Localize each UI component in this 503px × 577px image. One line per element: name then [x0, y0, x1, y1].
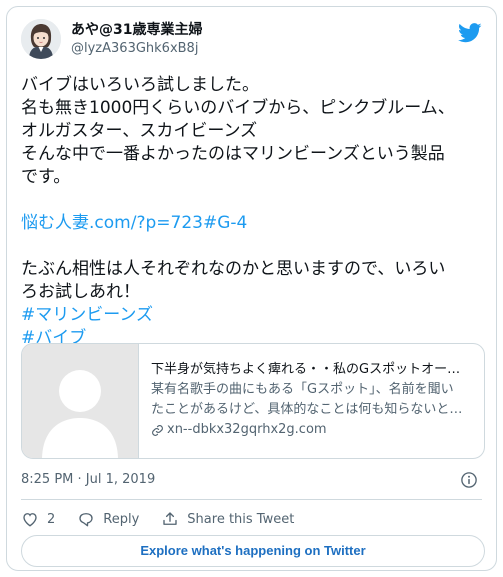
link-domain: xn--dbkx32gqrhx2g.com [151, 421, 473, 439]
avatar[interactable] [21, 19, 61, 59]
link-body: 下半身が気持ちよく痺れる・・私のGスポットオー… 某有名歌手の曲にもある「Gスポ… [151, 361, 473, 439]
share-icon [163, 512, 177, 525]
link-domain-text: xn--dbkx32gqrhx2g.com [167, 422, 327, 437]
placeholder-person-icon [22, 344, 138, 458]
tweet-line: です。 [21, 167, 71, 187]
link-icon [152, 424, 163, 436]
link-thumbnail [22, 344, 139, 458]
tweet-line: ろお試しあれ！ [21, 282, 140, 302]
reply-label: Reply [103, 511, 140, 527]
tweet-line: 名も無き1000円くらいのバイブから、ピンクブルーム、 [21, 98, 455, 118]
tweet-line: そんな中で一番よかったのはマリンビーンズという製品 [21, 144, 445, 164]
hashtag-link[interactable]: #マリンビーンズ [21, 304, 486, 327]
author-handle[interactable]: @lyzA363Ghk6xB8j [71, 40, 202, 58]
tweet-link[interactable]: 悩む人妻.com/?p=723#G-4 [21, 212, 486, 235]
link-preview-card[interactable]: 下半身が気持ちよく痺れる・・私のGスポットオー… 某有名歌手の曲にもある「Gスポ… [21, 343, 485, 459]
twitter-bird-icon[interactable] [458, 23, 482, 43]
explore-button[interactable]: Explore what's happening on Twitter [21, 535, 485, 567]
tweet-line: たぶん相性は人それぞれなのかと思いますので、いろい [21, 259, 446, 279]
like-count: 2 [47, 511, 56, 527]
tweet-line: オルガスター、スカイビーンズ [21, 121, 258, 141]
reply-icon [79, 513, 93, 527]
share-label: Share this Tweet [187, 511, 295, 527]
display-name[interactable]: あや@31歳専業主婦 [71, 21, 202, 39]
reply-button[interactable]: Reply [77, 510, 139, 528]
link-title: 下半身が気持ちよく痺れる・・私のGスポットオー… [151, 362, 461, 377]
tweet-card: あや@31歳専業主婦 @lyzA363Ghk6xB8j バイブはいろいろ試しまし… [6, 6, 497, 571]
tweet-header: あや@31歳専業主婦 @lyzA363Ghk6xB8j [21, 19, 482, 59]
share-button[interactable]: Share this Tweet [161, 510, 294, 528]
info-icon[interactable] [460, 471, 478, 489]
divider [21, 499, 482, 500]
author-names: あや@31歳専業主婦 @lyzA363Ghk6xB8j [71, 21, 202, 58]
tweet-timestamp[interactable]: 8:25 PM · Jul 1, 2019 [21, 471, 155, 489]
link-description: 某有名歌手の曲にもある「Gスポット」、名前を聞い [151, 382, 454, 397]
like-button[interactable]: 2 [21, 510, 55, 528]
tweet-actions: 2 Reply Share this Tweet [21, 507, 316, 531]
link-description: たことがあるけど、具体的なことは何も知らないと… [151, 402, 463, 417]
heart-icon [23, 513, 37, 527]
tweet-line: バイブはいろいろ試しました。 [21, 75, 259, 95]
tweet-text: バイブはいろいろ試しました。 名も無き1000円くらいのバイブから、ピンクブルー… [21, 74, 486, 350]
